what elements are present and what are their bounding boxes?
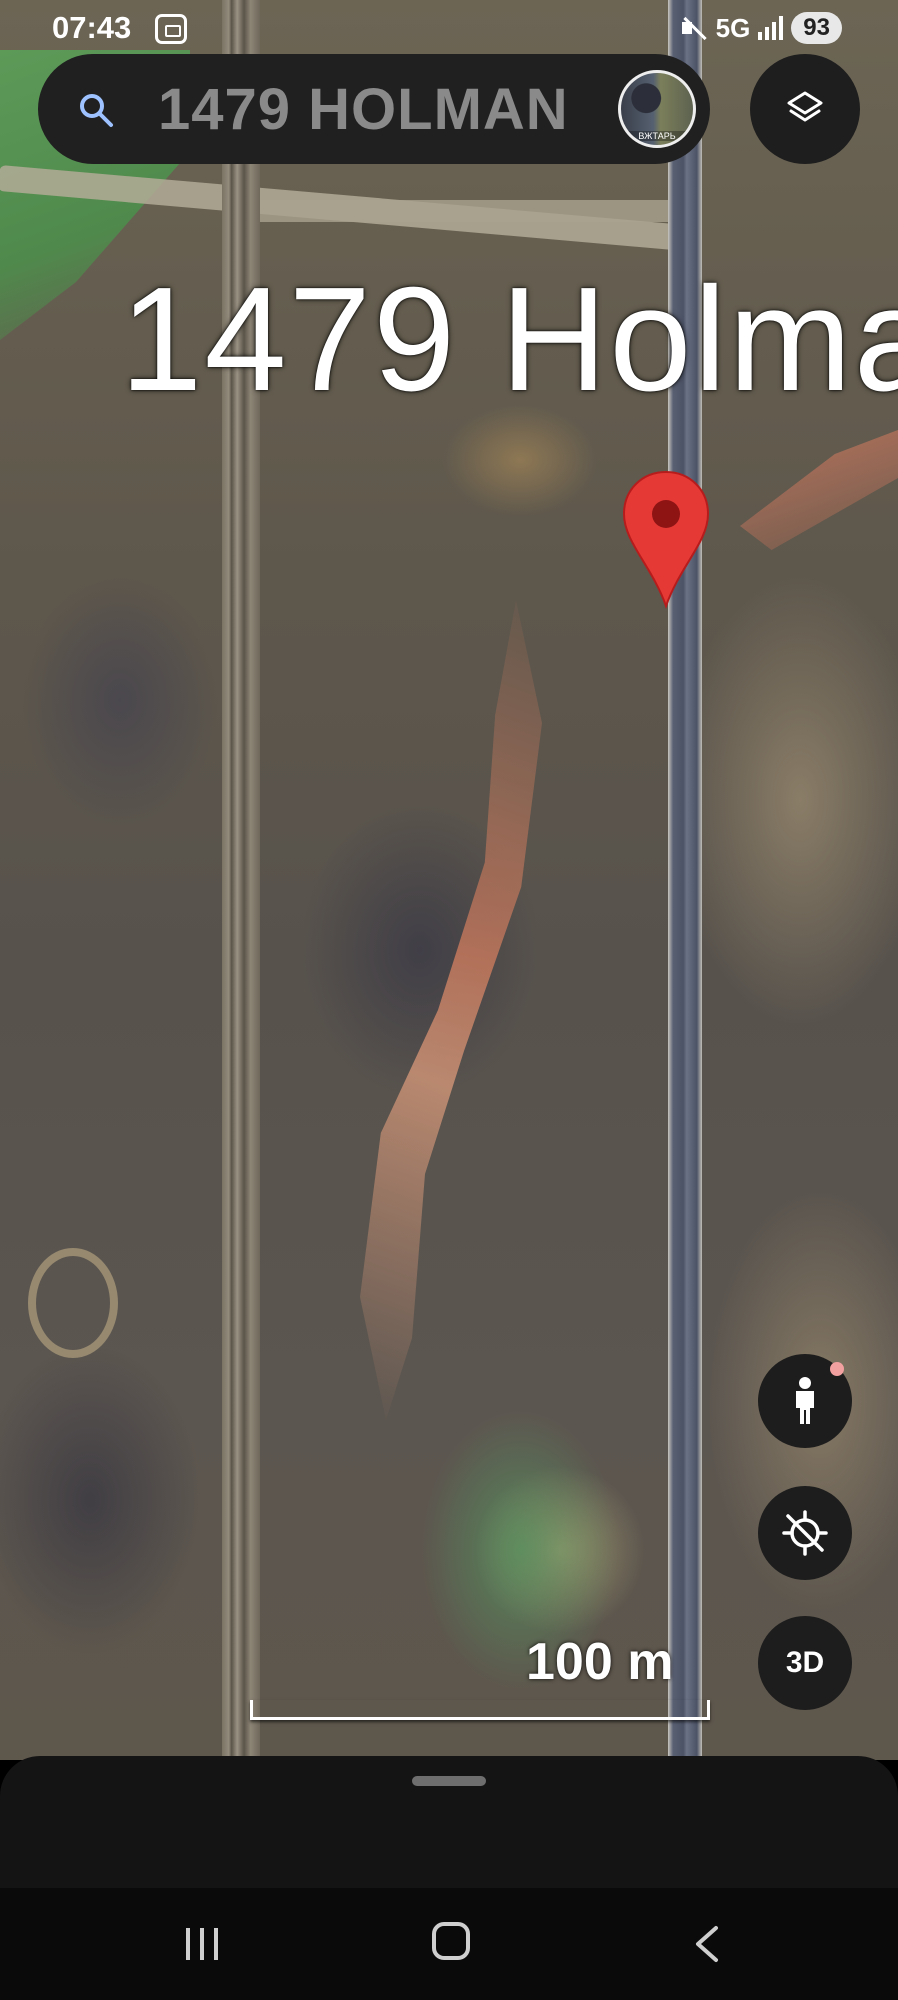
recents-icon[interactable] <box>182 1924 222 1964</box>
mute-icon <box>680 14 708 42</box>
bottom-sheet[interactable] <box>0 1756 898 1890</box>
notification-dot <box>830 1362 844 1376</box>
3d-view-button[interactable]: 3D <box>758 1616 852 1710</box>
scale-bar <box>250 1700 710 1720</box>
ravine <box>740 430 898 550</box>
place-label[interactable]: 1479 Holma <box>120 255 898 425</box>
status-bar: 07:43 5G 93 <box>0 0 898 56</box>
location-off-icon <box>782 1510 828 1556</box>
street-view-button[interactable] <box>758 1354 852 1448</box>
pegman-icon <box>796 1377 814 1424</box>
location-pin-icon[interactable] <box>622 470 710 610</box>
layers-button[interactable] <box>750 54 860 164</box>
dirt-loop <box>28 1248 118 1358</box>
layers-icon <box>787 91 823 122</box>
signal-icon <box>758 16 784 40</box>
home-icon[interactable] <box>432 1922 470 1960</box>
search-bar[interactable]: 1479 HOLMAN ВЖТАРЬ <box>38 54 710 164</box>
back-icon[interactable] <box>690 1924 724 1964</box>
status-time: 07:43 <box>52 10 132 45</box>
battery-level: 93 <box>791 12 842 44</box>
ravine <box>360 600 542 1420</box>
status-indicators: 5G 93 <box>680 12 842 44</box>
network-type: 5G <box>715 12 751 43</box>
avatar-caption: ВЖТАРЬ <box>621 131 693 141</box>
my-location-button[interactable] <box>758 1486 852 1580</box>
search-icon[interactable] <box>78 92 114 128</box>
system-nav-bar <box>0 1888 898 2000</box>
search-input[interactable]: 1479 HOLMAN <box>158 76 628 142</box>
screen-cast-icon <box>155 14 187 44</box>
account-avatar[interactable]: ВЖТАРЬ <box>618 70 696 148</box>
sheet-drag-handle[interactable] <box>412 1776 486 1786</box>
scale-label: 100 m <box>526 1633 674 1691</box>
dirt-path <box>230 200 680 222</box>
